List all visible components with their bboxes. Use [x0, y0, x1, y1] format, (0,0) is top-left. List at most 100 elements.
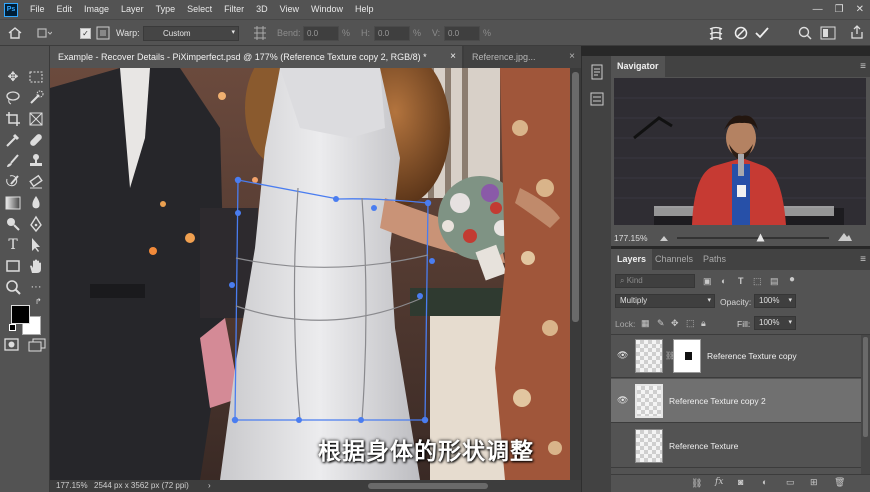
commit-transform-icon[interactable]: [755, 26, 769, 40]
restore-button[interactable]: ❐: [835, 4, 844, 15]
vertical-scrollbar[interactable]: [570, 68, 581, 480]
close-button[interactable]: ✕: [856, 4, 864, 15]
foreground-color-swatch[interactable]: [11, 305, 30, 324]
layer-row[interactable]: ▫ Reference Texture: [611, 424, 861, 468]
lock-position-icon[interactable]: ✥: [671, 318, 679, 329]
tab-channels[interactable]: Channels: [649, 249, 699, 270]
menu-window[interactable]: Window: [305, 0, 349, 19]
bend-input[interactable]: 0.0: [303, 26, 339, 41]
warp-mode-icon[interactable]: [707, 25, 725, 42]
fill-input[interactable]: 100% ▾: [754, 316, 796, 330]
panel-menu-icon[interactable]: ≡: [860, 249, 866, 270]
menu-help[interactable]: Help: [349, 0, 380, 19]
brush-tool-icon[interactable]: [4, 152, 22, 170]
cancel-transform-icon[interactable]: [734, 26, 748, 40]
tool-preset-icon[interactable]: [36, 26, 52, 40]
blend-mode-select[interactable]: Multiply ▾: [615, 294, 715, 308]
status-zoom[interactable]: 177.15%: [56, 480, 88, 492]
document-canvas[interactable]: [50, 68, 570, 480]
panel-menu-icon[interactable]: ≡: [860, 56, 866, 77]
marquee-tool-icon[interactable]: [27, 68, 45, 86]
opacity-input[interactable]: 100% ▾: [754, 294, 796, 308]
menu-image[interactable]: Image: [78, 0, 115, 19]
grid-checkbox[interactable]: ✓: [80, 28, 91, 39]
split-icon[interactable]: [96, 26, 110, 40]
filter-type-icon[interactable]: T: [738, 276, 744, 286]
layers-scroll-thumb[interactable]: [863, 337, 868, 437]
filter-toggle-icon[interactable]: ●: [789, 274, 795, 285]
zoom-slider-track[interactable]: [677, 237, 829, 239]
filter-smart-object-icon[interactable]: ▤: [770, 276, 779, 287]
visibility-eye-icon[interactable]: 👁︎: [617, 395, 628, 406]
fx-icon[interactable]: fx: [715, 477, 723, 487]
tab-example-psd[interactable]: Example - Recover Details - PiXimperfect…: [50, 46, 462, 68]
scroll-thumb[interactable]: [572, 72, 579, 322]
lock-artboard-icon[interactable]: ⬚: [686, 318, 695, 329]
tab-reference-jpg[interactable]: Reference.jpg... ×: [464, 46, 581, 68]
quick-mask-icon[interactable]: [4, 338, 20, 352]
hand-tool-icon[interactable]: [27, 257, 45, 275]
visibility-eye-icon[interactable]: 👁︎: [617, 350, 628, 361]
close-tab-icon[interactable]: ×: [450, 46, 456, 68]
zoom-out-icon[interactable]: [659, 232, 671, 242]
close-tab-icon[interactable]: ×: [569, 46, 575, 68]
status-arrow-icon[interactable]: ›: [208, 480, 211, 492]
warp-style-select[interactable]: Custom ▾: [143, 26, 239, 41]
v-distortion-input[interactable]: 0.0: [444, 26, 480, 41]
search-icon[interactable]: [798, 26, 812, 40]
layer-mask-thumbnail[interactable]: [673, 339, 701, 373]
rectangle-tool-icon[interactable]: [4, 257, 22, 275]
properties-panel-icon[interactable]: [590, 92, 604, 106]
lock-all-icon[interactable]: 🔒︎: [701, 318, 706, 329]
zoom-in-icon[interactable]: [837, 230, 853, 242]
dodge-tool-icon[interactable]: [4, 215, 22, 233]
layers-scrollbar[interactable]: [861, 335, 870, 475]
eyedropper-tool-icon[interactable]: [4, 131, 22, 149]
trash-icon[interactable]: 🗑︎: [834, 477, 845, 488]
h-distortion-input[interactable]: 0.0: [374, 26, 410, 41]
menu-file[interactable]: File: [24, 0, 51, 19]
filter-shape-icon[interactable]: ⬚: [753, 276, 762, 287]
more-tools-icon[interactable]: ···: [27, 278, 45, 296]
history-brush-tool-icon[interactable]: [4, 173, 22, 191]
zoom-slider-thumb[interactable]: [756, 233, 765, 242]
new-layer-icon[interactable]: ⊞: [810, 477, 818, 488]
tab-paths[interactable]: Paths: [697, 249, 732, 270]
move-tool-icon[interactable]: ✥: [4, 68, 22, 86]
navigator-preview[interactable]: [614, 78, 866, 225]
menu-edit[interactable]: Edit: [51, 0, 79, 19]
swap-colors-icon[interactable]: ↱: [35, 297, 42, 306]
quick-selection-tool-icon[interactable]: [27, 89, 45, 107]
tab-navigator[interactable]: Navigator: [611, 56, 665, 77]
home-icon[interactable]: [8, 27, 22, 39]
navigator-zoom-value[interactable]: 177.15%: [614, 233, 648, 243]
adjustment-layer-icon[interactable]: ◐: [762, 477, 767, 487]
menu-select[interactable]: Select: [181, 0, 218, 19]
lasso-tool-icon[interactable]: [4, 89, 22, 107]
tab-layers[interactable]: Layers: [611, 249, 653, 270]
add-mask-icon[interactable]: ◙: [738, 477, 743, 487]
filter-pixel-icon[interactable]: ▣: [703, 276, 712, 287]
layer-filter-select[interactable]: ⌕ Kind: [615, 274, 695, 288]
menu-view[interactable]: View: [274, 0, 305, 19]
layer-row-selected[interactable]: 👁︎ Reference Texture copy 2: [611, 379, 861, 423]
clone-stamp-tool-icon[interactable]: [27, 152, 45, 170]
link-layers-icon[interactable]: ⛓︎: [691, 478, 702, 489]
lock-pixels-icon[interactable]: ✎: [657, 318, 665, 329]
blur-tool-icon[interactable]: [27, 194, 45, 212]
frame-tool-icon[interactable]: [27, 110, 45, 128]
zoom-tool-icon[interactable]: [4, 278, 22, 296]
menu-type[interactable]: Type: [150, 0, 182, 19]
workspace-icon[interactable]: [820, 26, 836, 40]
gradient-tool-icon[interactable]: [4, 194, 22, 212]
layer-row[interactable]: 👁︎ ⛓︎ Reference Texture copy: [611, 334, 861, 378]
eraser-tool-icon[interactable]: [27, 173, 45, 191]
menu-3d[interactable]: 3D: [250, 0, 274, 19]
lock-transparent-icon[interactable]: ▦: [641, 318, 650, 329]
pen-tool-icon[interactable]: [27, 215, 45, 233]
type-tool-icon[interactable]: T: [4, 236, 22, 254]
horizontal-scroll-thumb[interactable]: [368, 483, 488, 489]
share-icon[interactable]: [850, 25, 864, 40]
history-panel-icon[interactable]: [590, 64, 604, 80]
minimize-button[interactable]: —: [813, 4, 823, 15]
